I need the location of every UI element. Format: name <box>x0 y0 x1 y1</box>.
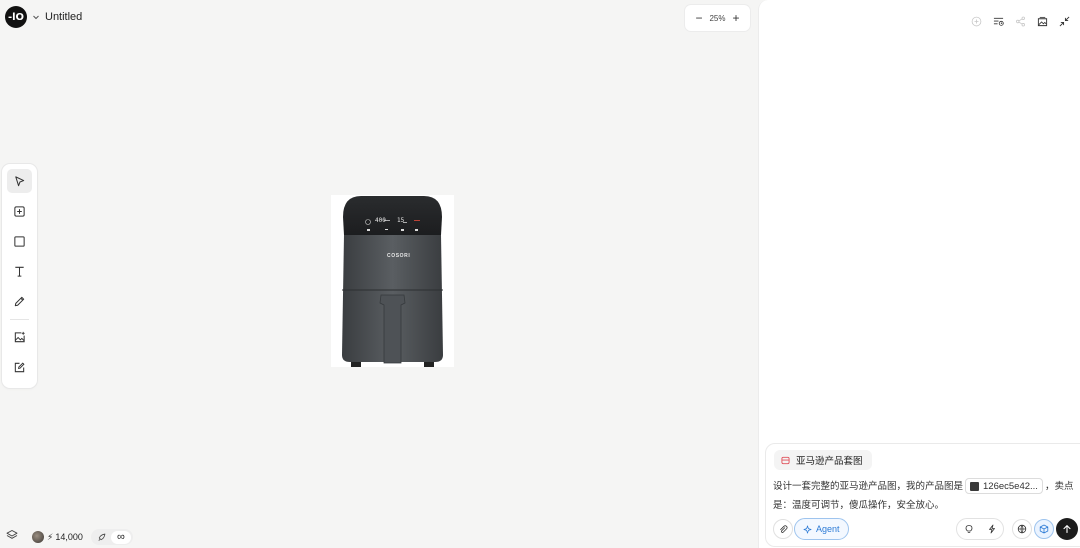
agent-mode-label: Agent <box>816 524 840 534</box>
layers-button[interactable] <box>6 528 18 546</box>
mode-toggle-group <box>956 518 1004 540</box>
idea-mode-button[interactable] <box>962 522 976 536</box>
pen-icon <box>14 296 25 306</box>
layers-icon <box>6 530 18 539</box>
product-display-temp: 400 <box>375 217 386 224</box>
document-title[interactable]: Untitled <box>45 11 82 23</box>
avatar[interactable] <box>32 531 44 543</box>
lightning-outline-icon <box>988 524 995 534</box>
rectangle-tool-button[interactable] <box>7 229 32 253</box>
image-plus-icon <box>14 331 25 342</box>
agent-mode-button[interactable]: Agent <box>794 518 849 540</box>
rocket-icon <box>98 533 106 541</box>
tool-palette <box>2 164 37 388</box>
arrow-up-icon <box>1063 525 1071 534</box>
share-icon <box>1016 16 1025 27</box>
web-search-button[interactable] <box>1012 519 1032 539</box>
zoom-out-button[interactable]: − <box>694 11 704 25</box>
sparkle-icon <box>803 525 812 533</box>
add-frame-icon <box>14 205 25 217</box>
edit-image-button[interactable] <box>7 355 32 379</box>
zoom-control: − 25% + <box>685 5 750 31</box>
prompt-input[interactable]: 设计一套完整的亚马逊产品图，我的产品图是 126ec5e42... ，卖点是：温度可… <box>773 477 1077 515</box>
select-tool-button[interactable] <box>7 169 32 193</box>
top-left-bar: -lO Untitled <box>5 6 82 28</box>
credits-count[interactable]: 14,000 <box>55 532 83 542</box>
history-button[interactable] <box>991 14 1006 29</box>
square-icon <box>14 235 25 247</box>
pen-tool-button[interactable] <box>7 289 32 313</box>
mode-switch: ∞ <box>90 529 133 545</box>
frame-tool-button[interactable] <box>7 199 32 223</box>
panel-header-actions <box>969 14 1072 29</box>
share-button[interactable] <box>1013 14 1028 29</box>
globe-icon <box>1017 524 1027 534</box>
text-tool-button[interactable] <box>7 259 32 283</box>
template-icon <box>781 456 790 464</box>
assistant-panel: 亚马逊产品套图 设计一套完整的亚马逊产品图，我的产品图是 126ec5e42...… <box>758 0 1080 548</box>
history-list-icon <box>993 17 1004 26</box>
lightbulb-icon <box>965 525 972 533</box>
chat-composer[interactable]: 亚马逊产品套图 设计一套完整的亚马逊产品图，我的产品图是 126ec5e42...… <box>765 443 1080 547</box>
lightning-icon: ⚡︎ <box>47 531 54 542</box>
attach-button[interactable] <box>773 519 793 539</box>
file-thumbnail <box>970 481 980 491</box>
send-button[interactable] <box>1056 518 1078 540</box>
fast-mode-button[interactable] <box>985 522 999 536</box>
new-chat-button[interactable] <box>969 14 984 29</box>
app-logo[interactable]: -lO <box>5 6 27 28</box>
collapse-icon <box>1059 16 1070 27</box>
zoom-in-button[interactable]: + <box>731 11 741 25</box>
zoom-level[interactable]: 25% <box>709 14 725 23</box>
rocket-mode-button[interactable] <box>93 530 111 544</box>
air-fryer-image <box>342 196 443 367</box>
image-edit-icon <box>14 361 25 372</box>
plus-circle-icon <box>971 16 982 27</box>
generate-image-button[interactable] <box>7 325 32 349</box>
chevron-down-icon[interactable] <box>32 13 40 21</box>
bottom-status-bar: ⚡︎ 14,000 ∞ <box>6 529 133 545</box>
toolbar-divider <box>10 319 29 320</box>
canvas-product-image[interactable]: COSORI 400 15 <box>331 195 454 367</box>
collapse-panel-button[interactable] <box>1057 14 1072 29</box>
attached-file-chip[interactable]: 126ec5e42... <box>965 478 1043 495</box>
product-brand-label: COSORI <box>387 253 411 259</box>
attached-file-name: 126ec5e42... <box>983 480 1038 492</box>
text-icon <box>15 266 24 277</box>
model-select-button[interactable] <box>1034 519 1054 539</box>
cube-icon <box>1039 524 1049 534</box>
folder-image-icon <box>1037 16 1048 27</box>
skill-tag-label: 亚马逊产品套图 <box>796 456 863 467</box>
product-display-time: 15 <box>397 217 405 224</box>
paperclip-icon <box>780 525 788 533</box>
cursor-icon <box>15 175 25 186</box>
skill-tag[interactable]: 亚马逊产品套图 <box>774 450 872 470</box>
unlimited-mode-button[interactable]: ∞ <box>110 530 131 544</box>
assets-button[interactable] <box>1035 14 1050 29</box>
prompt-text-before: 设计一套完整的亚马逊产品图，我的产品图是 <box>773 481 964 492</box>
